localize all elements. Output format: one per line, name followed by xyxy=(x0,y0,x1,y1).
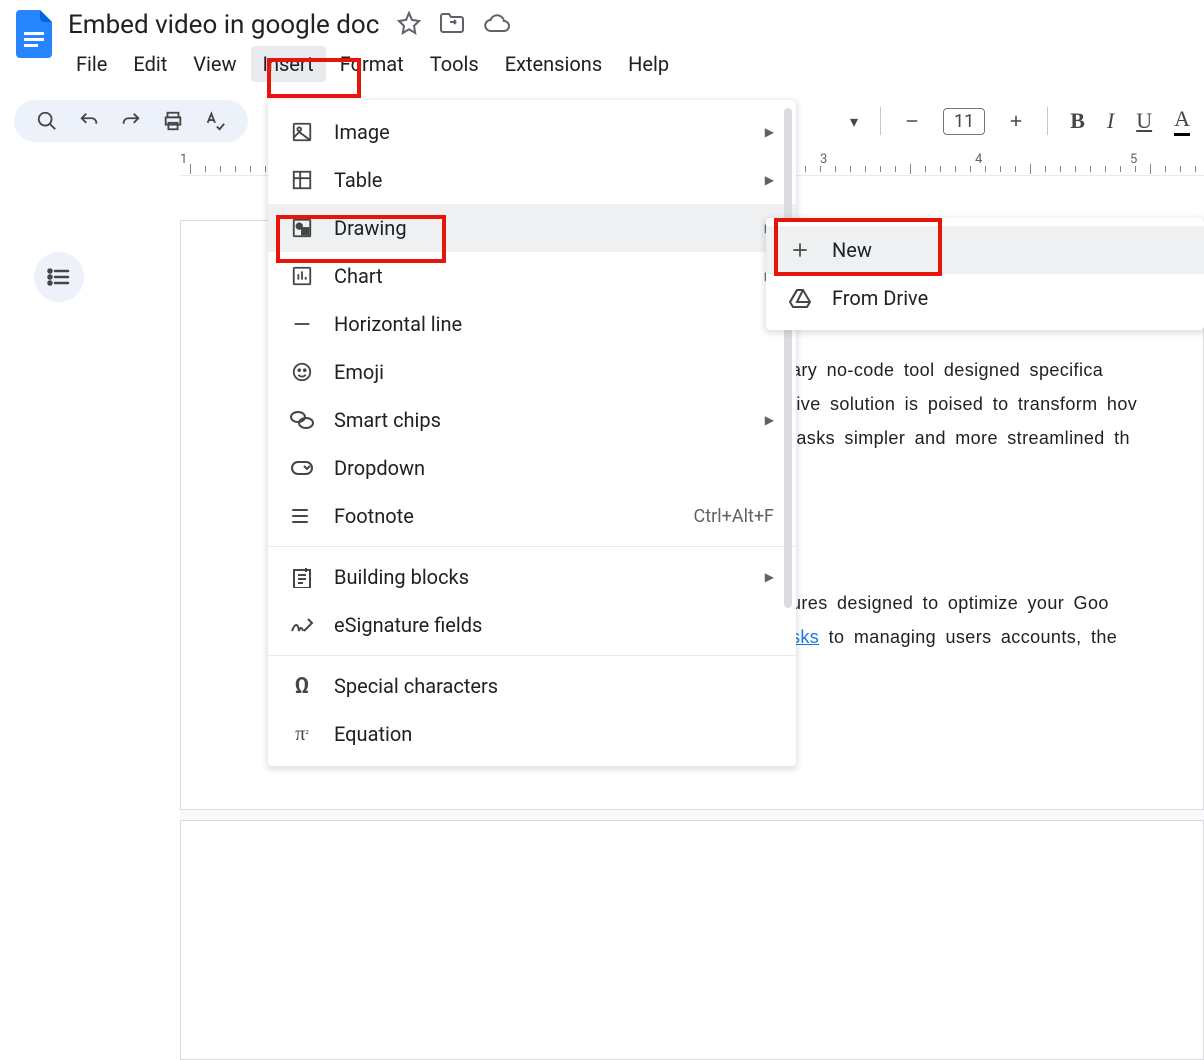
insert-building-blocks[interactable]: Building blocks ▶ xyxy=(268,553,796,601)
table-icon xyxy=(290,168,314,192)
menu-extensions[interactable]: Extensions xyxy=(493,46,614,82)
drawing-icon xyxy=(290,216,314,240)
omega-icon: Ω xyxy=(290,674,314,698)
label: Equation xyxy=(334,722,412,746)
separator xyxy=(1047,107,1048,135)
label: New xyxy=(832,238,872,262)
doc-title[interactable]: Embed video in google doc xyxy=(64,8,383,42)
label: Emoji xyxy=(334,360,384,384)
label: Special characters xyxy=(334,674,498,698)
chevron-right-icon: ▶ xyxy=(765,413,774,427)
font-size-input[interactable]: 11 xyxy=(943,108,985,135)
insert-drawing[interactable]: Drawing▶ xyxy=(268,204,796,252)
label: From Drive xyxy=(832,286,928,310)
label: Drawing xyxy=(334,216,407,240)
footnote-icon xyxy=(290,504,314,528)
insert-smartchips[interactable]: Smart chips ▶ xyxy=(268,396,796,444)
redo-icon[interactable] xyxy=(120,110,142,132)
emoji-icon xyxy=(290,360,314,384)
spellcheck-icon[interactable] xyxy=(204,110,226,132)
ruler-number: 5 xyxy=(1130,152,1137,167)
label: Horizontal line xyxy=(334,312,462,336)
bold-button[interactable]: B xyxy=(1070,108,1085,134)
plus-icon xyxy=(788,238,812,262)
body-text: ures designed to optimize your Goo xyxy=(791,586,1163,620)
ruler-number: 1 xyxy=(180,152,187,167)
image-icon xyxy=(290,120,314,144)
menu-help[interactable]: Help xyxy=(616,46,681,82)
drawing-new[interactable]: New xyxy=(766,226,1204,274)
building-blocks-icon xyxy=(290,565,314,589)
equation-icon: π² xyxy=(290,722,314,746)
menu-view[interactable]: View xyxy=(181,46,248,82)
insert-special-chars[interactable]: Ω Special characters xyxy=(268,662,796,710)
dropdown-icon xyxy=(290,456,314,480)
undo-icon[interactable] xyxy=(78,110,100,132)
ruler-number: 4 xyxy=(975,152,982,167)
italic-button[interactable]: I xyxy=(1107,108,1114,134)
move-icon[interactable] xyxy=(439,12,465,38)
separator xyxy=(268,546,796,547)
increase-font-icon[interactable] xyxy=(1007,112,1025,130)
menu-edit[interactable]: Edit xyxy=(121,46,179,82)
insert-image[interactable]: Image ▶ xyxy=(268,108,796,156)
smartchips-icon xyxy=(290,408,314,432)
insert-esignature[interactable]: eSignature fields xyxy=(268,601,796,649)
insert-hline[interactable]: Horizontal line xyxy=(268,300,796,348)
chart-icon xyxy=(290,264,314,288)
cloud-icon[interactable] xyxy=(483,13,511,37)
hline-icon xyxy=(290,312,314,336)
shortcut: Ctrl+Alt+F xyxy=(694,506,774,527)
search-icon[interactable] xyxy=(36,110,58,132)
scrollbar[interactable] xyxy=(784,108,792,608)
chevron-right-icon: ▶ xyxy=(765,173,774,187)
page[interactable] xyxy=(180,820,1204,1060)
menubar: File Edit View Insert Format Tools Exten… xyxy=(64,42,1190,82)
ruler-number: 3 xyxy=(820,152,827,167)
insert-emoji[interactable]: Emoji xyxy=(268,348,796,396)
separator xyxy=(268,655,796,656)
menu-format[interactable]: Format xyxy=(328,46,416,82)
body-text: tive solution is poised to transform hov xyxy=(791,387,1163,421)
body-text: sks to managing users accounts, the xyxy=(791,620,1163,654)
label: Footnote xyxy=(334,504,414,528)
outline-toggle[interactable] xyxy=(34,252,84,302)
underline-button[interactable]: U xyxy=(1136,108,1152,134)
print-icon[interactable] xyxy=(162,110,184,132)
drive-icon xyxy=(788,286,812,310)
body-text: ary no-code tool designed specifica xyxy=(791,353,1163,387)
label: Chart xyxy=(334,264,383,288)
insert-footnote[interactable]: Footnote Ctrl+Alt+F xyxy=(268,492,796,540)
star-icon[interactable] xyxy=(397,11,421,39)
insert-equation[interactable]: π² Equation xyxy=(268,710,796,758)
label: Smart chips xyxy=(334,408,441,432)
text-color-button[interactable]: A xyxy=(1174,106,1190,136)
label: Building blocks xyxy=(334,565,469,589)
chevron-right-icon: ▶ xyxy=(765,125,774,139)
menu-insert[interactable]: Insert xyxy=(251,46,326,82)
separator xyxy=(880,107,881,135)
docs-logo[interactable] xyxy=(14,8,54,60)
insert-chart[interactable]: Chart▶ xyxy=(268,252,796,300)
label: Image xyxy=(334,120,390,144)
drawing-submenu: New From Drive xyxy=(766,218,1204,330)
label: Table xyxy=(334,168,382,192)
body-text: tasks simpler and more streamlined th xyxy=(791,421,1163,455)
insert-dropdown[interactable]: Dropdown xyxy=(268,444,796,492)
label: eSignature fields xyxy=(334,613,482,637)
menu-file[interactable]: File xyxy=(64,46,119,82)
decrease-font-icon[interactable] xyxy=(903,112,921,130)
chevron-right-icon: ▶ xyxy=(765,570,774,584)
insert-table[interactable]: Table ▶ xyxy=(268,156,796,204)
label: Dropdown xyxy=(334,456,425,480)
drawing-from-drive[interactable]: From Drive xyxy=(766,274,1204,322)
insert-menu-dropdown: Image▶ Table▶ Drawing▶ Chart▶ Horizontal… xyxy=(268,100,796,766)
menu-tools[interactable]: Tools xyxy=(418,46,491,82)
esignature-icon xyxy=(290,613,314,637)
chevron-down-icon[interactable]: ▾ xyxy=(850,112,858,131)
